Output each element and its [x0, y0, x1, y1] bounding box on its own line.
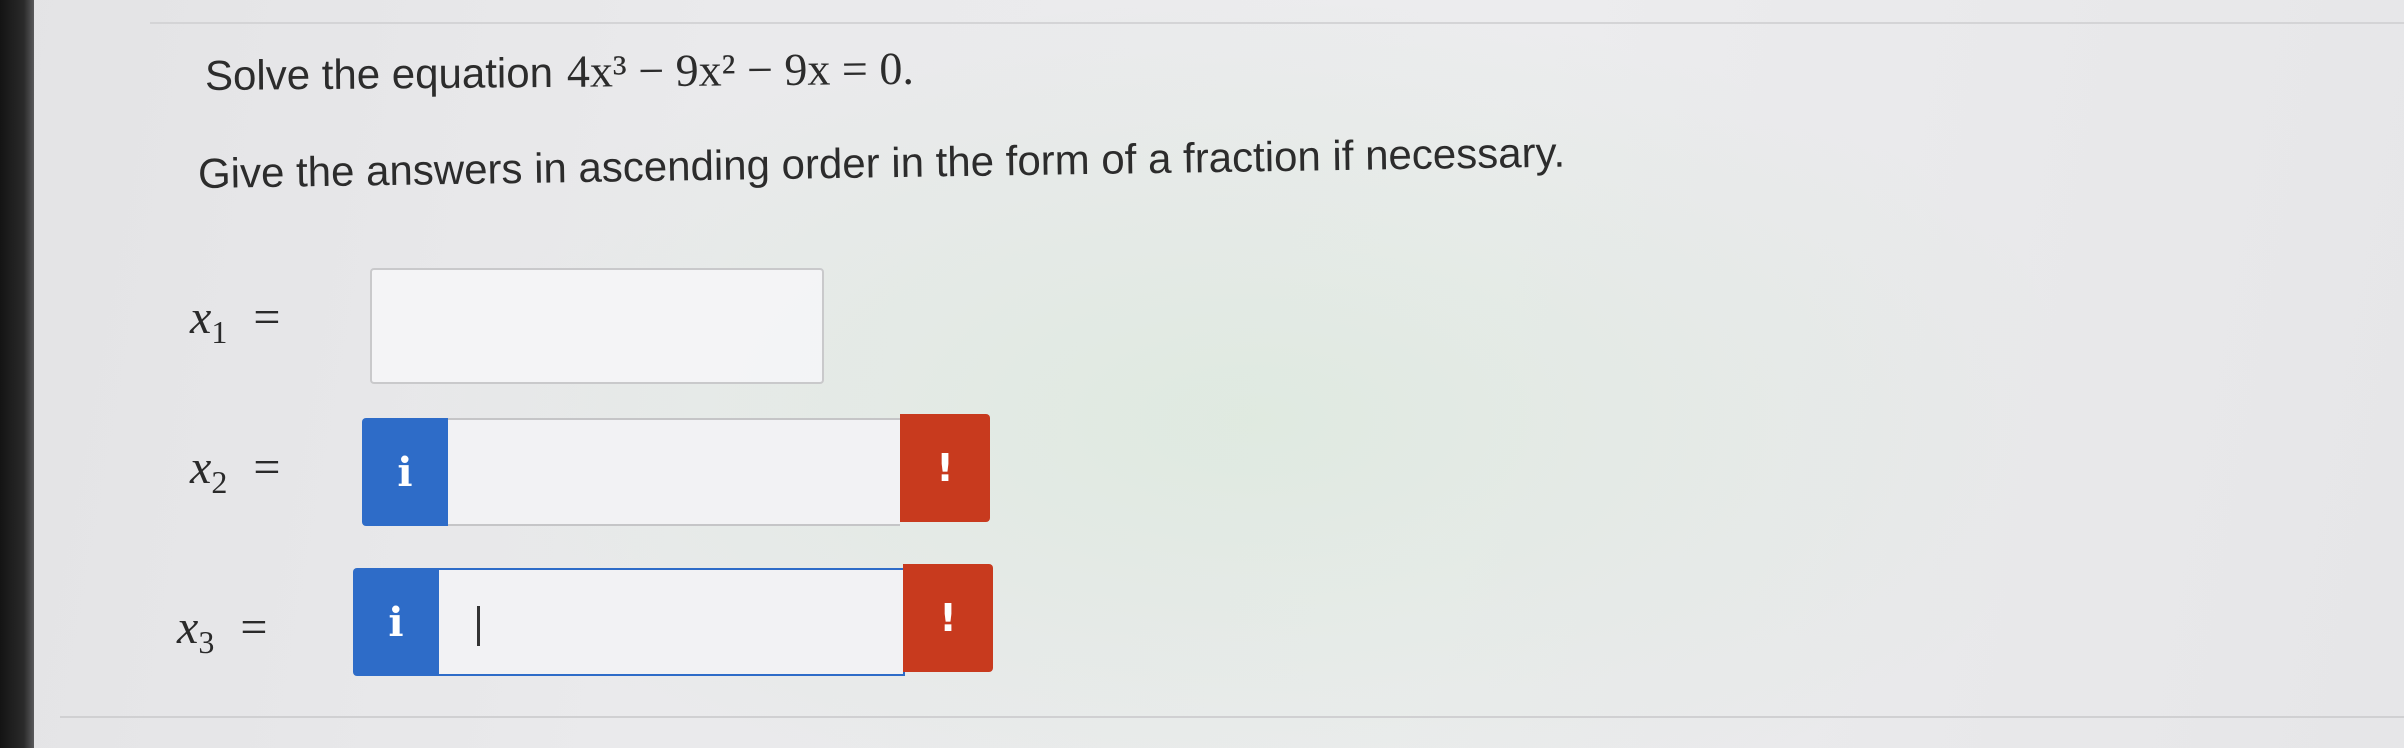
warning-icon[interactable]: !: [903, 564, 993, 672]
warning-icon[interactable]: !: [900, 414, 990, 522]
answer-input-x1[interactable]: [370, 268, 824, 384]
variable-name: x: [190, 291, 212, 344]
divider-top: [150, 22, 2404, 24]
variable-name: x: [177, 601, 199, 654]
variable-name: x: [190, 441, 212, 494]
info-icon[interactable]: i: [353, 568, 439, 676]
equals-sign: =: [253, 291, 281, 344]
answer-input-x2[interactable]: [448, 418, 900, 526]
divider-bottom: [60, 716, 2404, 718]
question-text: Solve the equation 4x³ − 9x² − 9x = 0.: [205, 42, 914, 101]
question-prefix: Solve the equation: [204, 48, 554, 99]
answer-input-x3[interactable]: [439, 568, 905, 676]
answer-label-x1: x1 =: [190, 290, 280, 351]
answer-label-x2: x2 =: [190, 440, 280, 501]
instructions: Give the answers in ascending order in t…: [197, 128, 1566, 197]
equals-sign: =: [240, 601, 268, 654]
variable-subscript: 1: [211, 314, 228, 350]
answer-label-x3: x3 =: [177, 600, 267, 661]
equals-sign: =: [253, 441, 281, 494]
variable-subscript: 2: [211, 464, 228, 500]
monitor-bezel: [0, 0, 34, 748]
screen: Solve the equation 4x³ − 9x² − 9x = 0. Gi…: [0, 0, 2404, 748]
variable-subscript: 3: [198, 624, 215, 660]
equation: 4x³ − 9x² − 9x = 0.: [566, 42, 915, 97]
text-caret: [477, 606, 480, 646]
info-icon[interactable]: i: [362, 418, 448, 526]
